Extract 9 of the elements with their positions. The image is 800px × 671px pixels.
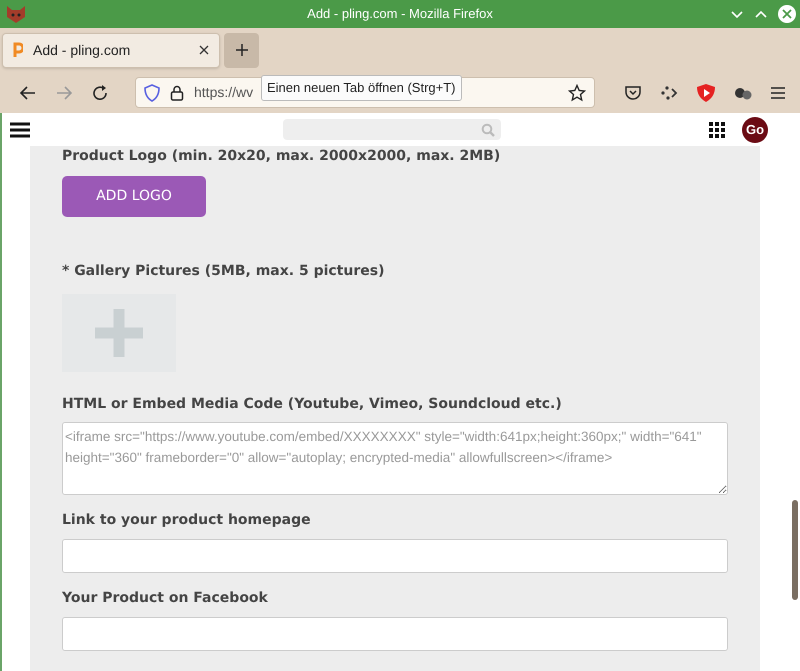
url-text: https://wv xyxy=(194,83,254,102)
tab-title: Add - pling.com xyxy=(33,40,132,60)
section-heading: HTML or Embed Media Code (Youtube, Vimeo, Soundcloud etc.) xyxy=(62,395,563,414)
tooltip: Einen neuen Tab öffnen (Strg+T) xyxy=(261,75,462,100)
field-label: Your Product on Facebook xyxy=(62,589,269,608)
field-label: Link to your product homepage xyxy=(62,511,312,530)
section-heading: * Gallery Pictures (5MB, max. 5 pictures) xyxy=(62,262,386,281)
window-title: Add - pling.com - Mozilla Firefox xyxy=(306,5,494,24)
section-heading: Product Logo (min. 20x20, max. 2000x2000, max. 2MB) xyxy=(62,147,502,166)
